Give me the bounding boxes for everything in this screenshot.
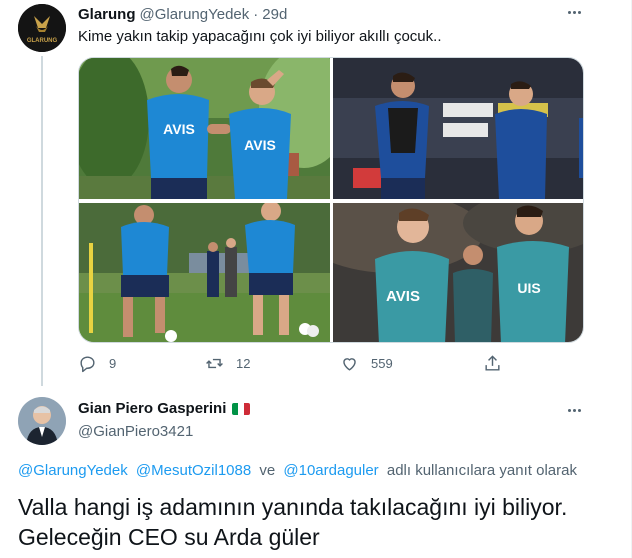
retweet-count: 12 <box>236 356 251 371</box>
reply-suffix: adlı kullanıcılara yanıt olarak <box>386 462 577 479</box>
jersey-text: AVIS <box>386 288 420 305</box>
photo-3[interactable] <box>79 203 330 342</box>
italy-flag-icon <box>232 402 251 415</box>
timeline: GLARUNG Glarung @GlarungYedek · 29d Kime… <box>0 0 632 558</box>
avatar-logo-text: GLARUNG <box>27 38 58 44</box>
reply-author: Gian Piero Gasperini <box>78 400 251 417</box>
tweet-actions: 9 12 559 <box>78 354 518 378</box>
retweet-icon <box>206 358 223 369</box>
reply-text: Valla hangi iş adamının yanında takılaca… <box>18 494 568 550</box>
author-name[interactable]: Gian Piero Gasperini <box>78 400 226 417</box>
tweet-text: Kime yakın takip yapacağını çok iyi bili… <box>78 28 442 45</box>
reply-action[interactable]: 9 <box>78 354 116 373</box>
tweet-photo-grid[interactable]: AVIS AVIS AVIS UIS <box>78 57 584 343</box>
like-count: 559 <box>371 356 393 371</box>
timestamp[interactable]: 29d <box>262 6 287 23</box>
mention-connector: ve <box>259 462 276 479</box>
reply-count: 9 <box>109 356 117 371</box>
avatar[interactable] <box>18 397 66 445</box>
svg-text:UIS: UIS <box>517 280 540 296</box>
like-action[interactable]: 559 <box>340 354 393 373</box>
jersey-text: AVIS <box>163 121 195 137</box>
mention-link[interactable]: @MesutOzil1088 <box>136 462 251 479</box>
more-options-icon[interactable] <box>563 400 585 420</box>
author-handle[interactable]: @GianPiero3421 <box>78 423 193 440</box>
mention-link[interactable]: @10ardaguler <box>283 462 378 479</box>
share-action[interactable] <box>483 354 502 373</box>
mention-link[interactable]: @GlarungYedek <box>18 462 128 479</box>
author-handle[interactable]: @GlarungYedek <box>140 6 250 23</box>
photo-4[interactable]: AVIS UIS <box>333 203 583 342</box>
replying-to: @GlarungYedek @MesutOzil1088 ve @10ardag… <box>18 462 577 479</box>
reply-icon <box>80 356 95 373</box>
separator: · <box>253 5 259 23</box>
heart-icon <box>343 358 356 371</box>
author-name[interactable]: Glarung <box>78 6 136 23</box>
thread-line <box>41 56 43 386</box>
jersey-text: AVIS <box>244 137 276 153</box>
photo-1[interactable]: AVIS AVIS <box>79 58 330 199</box>
retweet-action[interactable]: 12 <box>205 354 250 373</box>
avatar[interactable]: GLARUNG <box>18 4 66 52</box>
tweet-header: Glarung @GlarungYedek · 29d <box>78 4 287 24</box>
more-options-icon[interactable] <box>563 2 585 22</box>
share-icon <box>485 355 500 371</box>
photo-2[interactable] <box>333 58 583 199</box>
